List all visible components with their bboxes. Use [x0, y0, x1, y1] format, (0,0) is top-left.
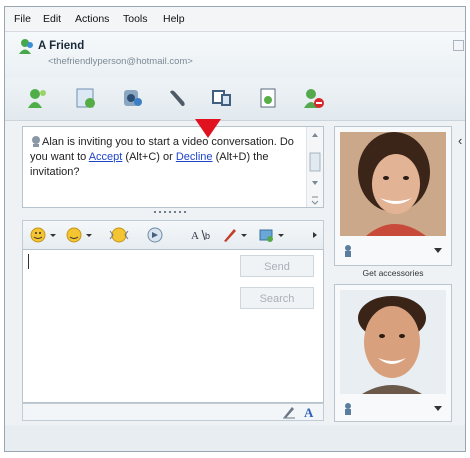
- menu-tools[interactable]: Tools: [123, 13, 148, 25]
- block-icon[interactable]: [302, 86, 326, 110]
- svg-text:b: b: [205, 231, 210, 241]
- invitation-message: Alan is inviting you to start a video co…: [30, 135, 298, 180]
- pointer-arrow-icon: [195, 119, 221, 138]
- get-accessories-link[interactable]: Get accessories: [334, 268, 452, 278]
- contact-name: A Friend: [38, 40, 85, 52]
- invitation-text-mid: (Alt+C) or: [122, 151, 176, 163]
- games-icon[interactable]: [256, 86, 280, 110]
- scroll-thumb[interactable]: [309, 152, 321, 172]
- window-status-strip: [5, 425, 465, 451]
- contact-display-picture: [340, 132, 446, 236]
- contact-status-icon: [19, 39, 33, 54]
- conversation-scrollbar[interactable]: [306, 127, 323, 207]
- voice-icon[interactable]: [166, 86, 190, 110]
- emoticon-icon[interactable]: [30, 227, 60, 243]
- contact-picture-dropdown-icon[interactable]: [434, 248, 442, 254]
- accept-link[interactable]: Accept: [89, 151, 123, 163]
- text-mode-icon[interactable]: A: [302, 404, 316, 419]
- nudge-icon[interactable]: [108, 227, 130, 243]
- webcam-icon[interactable]: [120, 86, 144, 110]
- menu-edit[interactable]: Edit: [43, 13, 61, 25]
- activities-icon[interactable]: [210, 86, 234, 110]
- svg-text:A: A: [304, 405, 314, 419]
- splitter-handle[interactable]: [152, 209, 192, 215]
- own-display-picture: [340, 290, 446, 394]
- header-options-icon[interactable]: [453, 40, 464, 51]
- search-button[interactable]: Search: [240, 287, 314, 309]
- own-picture-menu-icon[interactable]: [343, 402, 353, 416]
- send-files-icon[interactable]: [74, 86, 98, 110]
- collapse-panel-icon[interactable]: ‹: [458, 133, 468, 149]
- input-bottom-bar: [22, 403, 324, 421]
- menu-bar: File Edit Actions Tools Help: [5, 7, 465, 32]
- font-icon[interactable]: Ab: [190, 227, 216, 243]
- scroll-end-icon[interactable]: [311, 196, 319, 205]
- scroll-down-icon[interactable]: [312, 181, 318, 185]
- own-picture-dropdown-icon[interactable]: [434, 406, 442, 412]
- invite-icon[interactable]: [26, 86, 50, 110]
- svg-text:A: A: [191, 230, 199, 242]
- background-icon[interactable]: [222, 227, 250, 243]
- webcam-invite-icon: [32, 136, 40, 147]
- text-caret: [28, 254, 29, 269]
- more-icon[interactable]: [258, 227, 288, 243]
- toolbar-overflow-icon[interactable]: [310, 230, 320, 240]
- wink-icon[interactable]: [66, 227, 96, 243]
- menu-help[interactable]: Help: [163, 13, 185, 25]
- handwriting-icon[interactable]: [282, 405, 296, 419]
- menu-actions[interactable]: Actions: [75, 13, 109, 25]
- contact-picture-menu-icon[interactable]: [343, 244, 353, 258]
- send-button[interactable]: Send: [240, 255, 314, 277]
- scroll-up-icon[interactable]: [312, 133, 318, 137]
- menu-file[interactable]: File: [14, 13, 31, 25]
- decline-link[interactable]: Decline: [176, 151, 213, 163]
- contact-email: <thefriendlyperson@hotmail.com>: [48, 56, 193, 67]
- contact-header: [5, 32, 465, 78]
- voice-clip-icon[interactable]: [146, 227, 164, 243]
